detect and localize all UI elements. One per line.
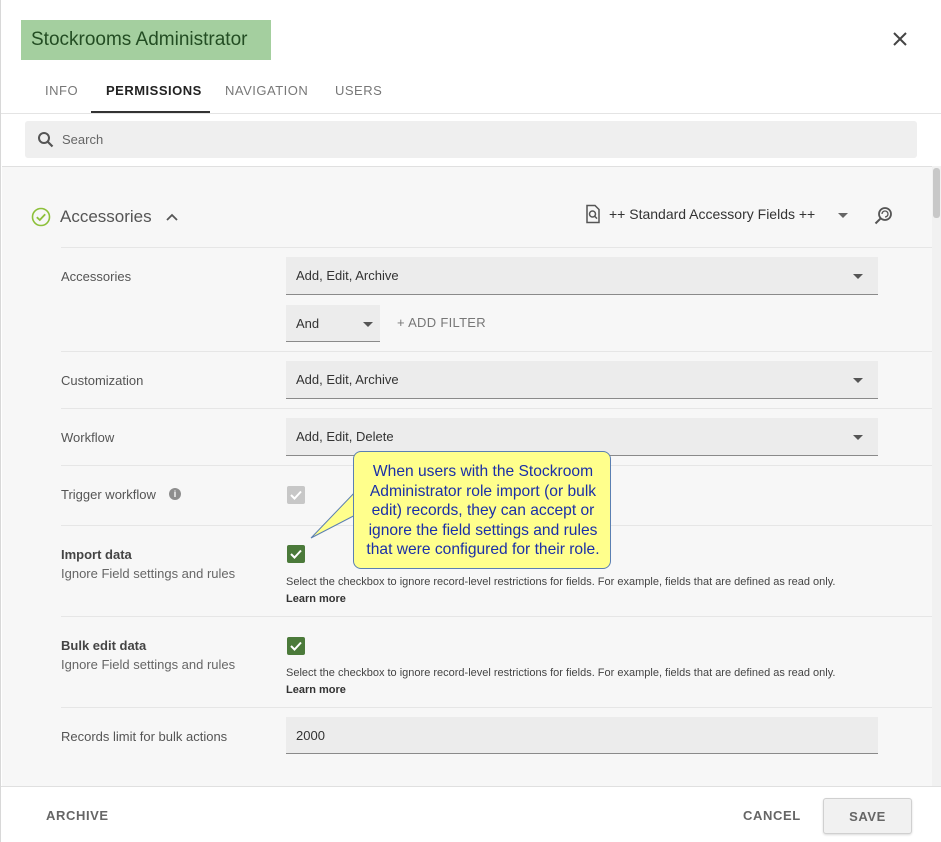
row-label: Records limit for bulk actions	[61, 729, 228, 744]
select-value: Add, Edit, Archive	[296, 372, 399, 387]
row-label: Customization	[61, 373, 144, 388]
role-title-chip: Stockrooms Administrator	[21, 20, 271, 60]
search-icon	[38, 132, 54, 148]
bulk-edit-checkbox[interactable]	[287, 637, 305, 655]
tab-navigation[interactable]: NAVIGATION	[225, 74, 308, 113]
select-value: Add, Edit, Delete	[296, 429, 394, 444]
permission-search[interactable]	[25, 121, 917, 158]
active-tab-indicator	[91, 111, 210, 113]
customization-permission-select[interactable]: Add, Edit, Archive	[286, 361, 878, 399]
info-icon[interactable]: i	[169, 488, 181, 500]
select-value: Add, Edit, Archive	[296, 268, 399, 283]
close-button[interactable]	[888, 27, 912, 51]
filter-operator-select[interactable]: And	[286, 305, 380, 342]
caret-down-icon	[853, 435, 863, 440]
section-header: Accessories ++ Standard Accessory Fields…	[2, 167, 932, 247]
tab-info[interactable]: INFO	[45, 74, 78, 113]
zoom-reset-icon[interactable]	[873, 205, 895, 227]
records-limit-field[interactable]	[286, 717, 878, 754]
role-title: Stockrooms Administrator	[31, 29, 248, 50]
row-label: Trigger workflow	[61, 487, 156, 502]
checkmark-icon	[290, 641, 302, 651]
role-dialog: Stockrooms Administrator INFO PERMISSION…	[0, 0, 941, 842]
row-bulk-edit: Bulk edit data Ignore Field settings and…	[61, 616, 932, 707]
row-records-limit: Records limit for bulk actions	[61, 707, 932, 786]
section-title: Accessories	[60, 207, 152, 226]
close-icon	[893, 32, 907, 46]
check-circle-icon	[31, 207, 51, 227]
records-limit-input[interactable]	[296, 717, 856, 753]
row-label: Import data	[61, 547, 132, 562]
document-search-icon	[586, 204, 600, 224]
tab-users[interactable]: USERS	[335, 74, 382, 113]
annotation-callout: When users with the Stockroom Administra…	[353, 451, 611, 569]
select-value: And	[296, 316, 320, 331]
row-label: Bulk edit data	[61, 638, 147, 653]
archive-button[interactable]: ARCHIVE	[46, 808, 109, 823]
scrollbar[interactable]	[932, 166, 941, 786]
row-sublabel: Ignore Field settings and rules	[61, 566, 236, 581]
help-text: Select the checkbox to ignore record-lev…	[286, 667, 836, 679]
learn-more-link[interactable]: Learn more	[286, 593, 346, 605]
fieldset-caret-icon[interactable]	[838, 213, 848, 218]
chevron-up-icon[interactable]	[164, 209, 180, 225]
callout-text: When users with the Stockroom Administra…	[366, 463, 600, 558]
learn-more-link[interactable]: Learn more	[286, 684, 346, 696]
caret-down-icon	[363, 322, 373, 327]
dialog-footer: ARCHIVE CANCEL SAVE	[1, 786, 941, 842]
row-accessories: Accessories Add, Edit, Archive And + ADD…	[61, 247, 932, 351]
caret-down-icon	[853, 274, 863, 279]
row-label: Workflow	[61, 430, 115, 445]
caret-down-icon	[853, 378, 863, 383]
row-sublabel: Ignore Field settings and rules	[61, 657, 236, 672]
dialog-header: Stockrooms Administrator INFO PERMISSION…	[1, 0, 941, 114]
row-label: Accessories	[61, 269, 132, 284]
accessories-permission-select[interactable]: Add, Edit, Archive	[286, 257, 878, 295]
scrollbar-thumb[interactable]	[933, 168, 940, 218]
save-label: SAVE	[849, 809, 886, 824]
search-input[interactable]	[62, 121, 902, 158]
add-filter-button[interactable]: + ADD FILTER	[397, 315, 486, 330]
cancel-button[interactable]: CANCEL	[743, 808, 801, 823]
help-text: Select the checkbox to ignore record-lev…	[286, 576, 836, 588]
fieldset-dropdown[interactable]: ++ Standard Accessory Fields ++	[609, 206, 815, 222]
save-button[interactable]: SAVE	[823, 798, 912, 834]
tab-permissions[interactable]: PERMISSIONS	[106, 74, 202, 113]
row-customization: Customization Add, Edit, Archive	[61, 351, 932, 408]
